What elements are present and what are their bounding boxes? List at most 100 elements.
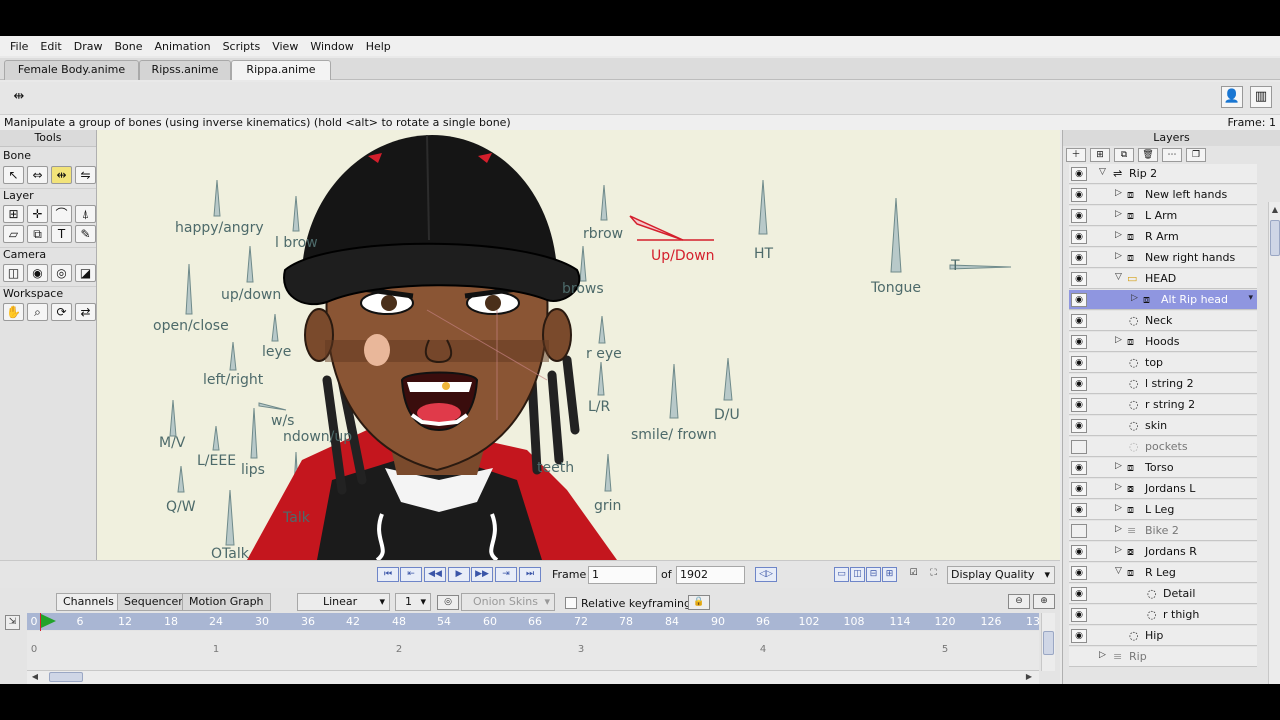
forward-end-icon[interactable]: ⏭: [519, 567, 541, 582]
bone-layer-icon[interactable]: ⍋: [75, 205, 96, 223]
hand-icon[interactable]: ✋: [3, 303, 24, 321]
switch-layer-icon[interactable]: ⧉: [27, 225, 48, 243]
layer-settings-icon[interactable]: ⋯: [1162, 148, 1182, 162]
expand-arrow-icon[interactable]: ▷: [1115, 524, 1122, 534]
layer-row[interactable]: ◉ ◌ l string 2: [1069, 374, 1257, 394]
relative-keyframing-checkbox[interactable]: [565, 597, 577, 609]
visibility-eye-icon[interactable]: ◉: [1071, 608, 1087, 622]
bone-label[interactable]: HT: [754, 246, 773, 262]
visibility-eye-icon[interactable]: ◉: [1071, 356, 1087, 370]
expand-arrow-icon[interactable]: ▷: [1115, 251, 1122, 261]
menu-window[interactable]: Window: [304, 40, 359, 53]
expand-arrow-icon[interactable]: ▷: [1115, 482, 1122, 492]
keyframe-track[interactable]: 0 1 2 3 4 5: [27, 631, 1039, 671]
tab-channels[interactable]: Channels: [56, 593, 121, 611]
layer-row[interactable]: ◉ ▽ ▭ HEAD: [1069, 269, 1257, 289]
layers-vscroll[interactable]: ▲ ▼: [1268, 202, 1280, 684]
expand-arrow-icon[interactable]: ▷: [1115, 209, 1122, 219]
view-split-icon[interactable]: ◫: [850, 567, 865, 582]
visibility-eye-icon[interactable]: ◉: [1071, 209, 1087, 223]
interpolation-dropdown[interactable]: Linear ▾: [297, 593, 390, 611]
bone-label[interactable]: Tongue: [871, 280, 921, 296]
menu-view[interactable]: View: [266, 40, 304, 53]
visibility-eye-icon[interactable]: ◉: [1071, 377, 1087, 391]
rotate-workspace-icon[interactable]: ⟳: [51, 303, 72, 321]
layer-row[interactable]: ◉ ▷ ⧈ Hoods: [1069, 332, 1257, 352]
next-keyframe-icon[interactable]: ⇥: [495, 567, 517, 582]
bone-label[interactable]: Talk: [283, 510, 310, 526]
tab-rippa[interactable]: Rippa.anime: [231, 60, 331, 80]
orbit-workspace-icon[interactable]: ⇄: [75, 303, 96, 321]
display-quality-dropdown[interactable]: Display Quality ▾: [947, 566, 1055, 584]
layer-row-selected[interactable]: ◉ ▷ ⧈ Alt Rip head ▾: [1069, 290, 1257, 310]
bone-label[interactable]: T: [951, 258, 960, 274]
visibility-eye-icon[interactable]: ◉: [1071, 482, 1087, 496]
layer-row[interactable]: ◉ ▽ ⇌ Rip 2: [1069, 164, 1257, 184]
visibility-off-icon[interactable]: [1071, 440, 1087, 454]
layer-row[interactable]: ◉ ◌ skin: [1069, 416, 1257, 436]
bone-label[interactable]: w/s: [271, 413, 294, 429]
bone-label-selected[interactable]: Up/Down: [651, 248, 715, 264]
shear-layer-icon[interactable]: ▱: [3, 225, 24, 243]
visibility-eye-icon[interactable]: ◉: [1071, 230, 1087, 244]
view-hsplit-icon[interactable]: ⊟: [866, 567, 881, 582]
layer-copy-icon[interactable]: ❐: [1186, 148, 1206, 162]
tab-ripss[interactable]: Ripss.anime: [139, 60, 231, 80]
expand-arrow-icon[interactable]: ▷: [1115, 188, 1122, 198]
loop-icon[interactable]: ◁▷: [755, 567, 777, 582]
select-bone-icon[interactable]: ↖: [3, 166, 24, 184]
camera-pan-icon[interactable]: ◪: [75, 264, 96, 282]
duplicate-layer-icon[interactable]: ⧉: [1114, 148, 1134, 162]
bone-label[interactable]: D/U: [714, 407, 740, 423]
visibility-eye-icon[interactable]: ◉: [1071, 167, 1087, 181]
play-icon[interactable]: ▶: [448, 567, 470, 582]
menu-scripts[interactable]: Scripts: [217, 40, 267, 53]
tab-motion-graph[interactable]: Motion Graph: [182, 593, 271, 611]
user-icon[interactable]: 👤: [1221, 86, 1243, 108]
bone-label[interactable]: up/down: [221, 287, 281, 303]
step-back-icon[interactable]: ◀◀: [424, 567, 446, 582]
scroll-right-icon[interactable]: ▶: [1023, 671, 1035, 683]
bone-strength-icon[interactable]: ⇋: [75, 166, 96, 184]
bone-label[interactable]: r eye: [586, 346, 622, 362]
expand-arrow-icon[interactable]: ▷: [1115, 503, 1122, 513]
translate-bone-icon[interactable]: ⇔: [27, 166, 48, 184]
timeline-toggle-icon[interactable]: ⇲: [5, 615, 20, 630]
layer-row[interactable]: ◉ ◌ Hip: [1069, 626, 1257, 646]
visibility-eye-icon[interactable]: ◉: [1071, 335, 1087, 349]
frame-ruler[interactable]: 0 6 12 18 24 30 36 42 48 54 60 66 72 78 …: [27, 613, 1040, 630]
layer-row[interactable]: ◉ ▷ ⧇ Jordans R: [1069, 542, 1257, 562]
zoom-out-icon[interactable]: ⊖: [1008, 594, 1030, 609]
visibility-eye-icon[interactable]: ◉: [1071, 629, 1087, 643]
layer-row[interactable]: ▷ ≡ Rip: [1069, 647, 1257, 667]
text-tool-icon[interactable]: T: [51, 225, 72, 243]
layer-row[interactable]: ▷ ≡ Bike 2: [1069, 521, 1257, 541]
bone-label[interactable]: open/close: [153, 318, 229, 334]
checkmark-icon[interactable]: ☑: [906, 567, 921, 582]
scroll-up-icon[interactable]: ▲: [1269, 204, 1280, 216]
menu-edit[interactable]: Edit: [34, 40, 67, 53]
prev-keyframe-icon[interactable]: ⇤: [400, 567, 422, 582]
tab-female-body[interactable]: Female Body.anime: [4, 60, 139, 80]
bone-label[interactable]: teeth: [537, 460, 574, 476]
bone-label[interactable]: ndown/up: [283, 429, 352, 445]
layer-row[interactable]: ◉ ◌ r string 2: [1069, 395, 1257, 415]
library-icon[interactable]: ▥: [1250, 86, 1272, 108]
lock-icon[interactable]: 🔒: [688, 595, 710, 610]
timeline-hscroll[interactable]: ◀ ▶: [27, 670, 1039, 684]
timeline-vscroll[interactable]: [1041, 613, 1055, 671]
layer-row[interactable]: ◉ ◌ top: [1069, 353, 1257, 373]
new-group-icon[interactable]: ⊞: [1090, 148, 1110, 162]
view-single-icon[interactable]: ▭: [834, 567, 849, 582]
tab-sequencer[interactable]: Sequencer: [117, 593, 190, 611]
visibility-eye-icon[interactable]: ◉: [1071, 251, 1087, 265]
bone-label[interactable]: lips: [241, 462, 265, 478]
manipulate-bones-icon[interactable]: ⇹: [51, 166, 72, 184]
layer-row[interactable]: ◉ ▷ ⧈ L Arm: [1069, 206, 1257, 226]
bone-label[interactable]: l brow: [275, 235, 318, 251]
chevron-down-icon[interactable]: ▾: [1248, 293, 1253, 303]
layer-row[interactable]: ◉ ▷ ⧈ New right hands: [1069, 248, 1257, 268]
visibility-eye-icon[interactable]: ◉: [1071, 398, 1087, 412]
onion-skins-dropdown[interactable]: Onion Skins ▾: [461, 593, 555, 611]
set-origin-icon[interactable]: ⊞: [3, 205, 24, 223]
